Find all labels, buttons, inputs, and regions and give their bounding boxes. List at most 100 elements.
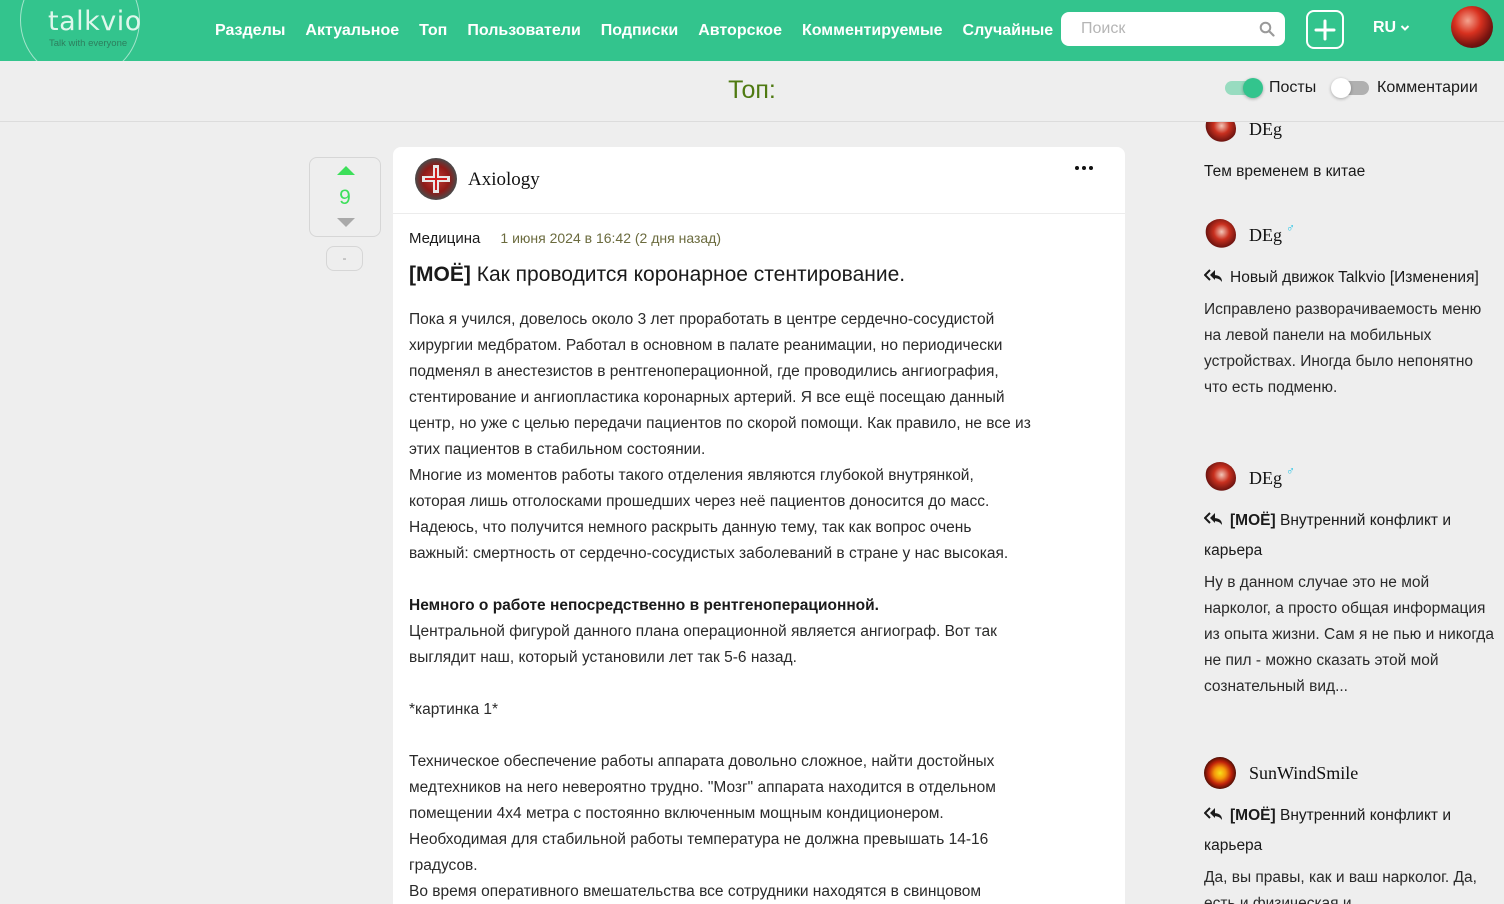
subheader: Топ: Посты Комментарии <box>0 61 1504 122</box>
comment-text[interactable]: Да, вы правы, как и ваш нарколог. Да, ес… <box>1204 865 1494 904</box>
comment-avatar <box>1204 219 1236 251</box>
post-header: Axiology <box>393 147 1125 214</box>
post-body-line: которая лишь отголосками прошедших через… <box>409 493 990 510</box>
plus-icon <box>1314 19 1336 40</box>
post-title[interactable]: [МОЁ] Как проводится коронарное стентиро… <box>409 263 905 287</box>
comment-post-link[interactable]: Новый движок Talkvio [Изменения] <box>1204 263 1494 293</box>
nav-subscriptions[interactable]: Подписки <box>591 22 688 40</box>
comment-user[interactable]: DEg ♂ <box>1204 462 1494 494</box>
post-body-line: важный: смертность от сердечно-сосудисты… <box>409 545 1009 562</box>
comment-text[interactable]: Ну в данном случае это не мой нарколог, … <box>1204 570 1494 700</box>
chevron-down-icon <box>1400 25 1410 31</box>
posts-switch-label: Посты <box>1269 79 1317 96</box>
comment-post-title: Новый движок Talkvio [Изменения] <box>1230 269 1479 286</box>
posts-switch[interactable] <box>1225 78 1263 98</box>
language-selector[interactable]: RU <box>1373 19 1410 37</box>
comment-username: DEg <box>1249 224 1282 245</box>
comment-post-link[interactable]: [МОЁ] Внутренний конфликт и карьера <box>1204 801 1494 861</box>
comments-switch-label: Комментарии <box>1377 79 1478 96</box>
vote-count: 9 <box>339 186 351 209</box>
user-avatar[interactable] <box>1451 6 1493 48</box>
toggle-comments[interactable]: Комментарии <box>1331 78 1478 98</box>
post-body-line: Во время оперативного вмешательства все … <box>409 883 982 900</box>
comments-switch[interactable] <box>1331 78 1369 98</box>
post-title-tag: [МОЁ] <box>409 263 471 286</box>
comment-post-link[interactable]: Тем временем в китае <box>1204 157 1494 187</box>
post-meta: Медицина 1 июня 2024 в 16:42 (2 дня наза… <box>409 230 721 247</box>
comment-item: SunWindSmile [МОЁ] Внутренний конфликт и… <box>1204 757 1494 904</box>
post-section[interactable]: Медицина <box>409 230 480 247</box>
nav-sections[interactable]: Разделы <box>205 22 295 40</box>
comment-post-tag: [МОЁ] <box>1230 512 1276 529</box>
nav-top[interactable]: Топ <box>409 22 457 40</box>
nav-random[interactable]: Случайные <box>953 22 1064 40</box>
comment-username: SunWindSmile <box>1249 762 1359 783</box>
nav-actual[interactable]: Актуальное <box>295 22 409 40</box>
post-body-line: *картинка 1* <box>409 701 499 718</box>
post-body-line: подменял в анестезистов в рентгенопераци… <box>409 363 999 380</box>
post-body-line: медтехников на него невероятно трудно. "… <box>409 779 996 796</box>
logo-text: talkvio <box>48 6 142 37</box>
post-body-line: Надеюсь, что получится немного раскрыть … <box>409 519 972 536</box>
post-body-line: стентирование и ангиопластика коронарных… <box>409 389 1005 406</box>
post-body-line: Необходимая для стабильной работы темпер… <box>409 831 989 848</box>
comment-item: DEg Тем временем в китае <box>1204 122 1494 187</box>
post-body-blank <box>409 671 1109 697</box>
post-body-line: центр, но уже с целью передачи пациентов… <box>409 415 1031 432</box>
upvote-arrow-icon[interactable] <box>337 166 355 175</box>
comment-user[interactable]: SunWindSmile <box>1204 757 1494 789</box>
post-body-line: Пока я учился, довелось около 3 лет прор… <box>409 311 995 328</box>
language-label: RU <box>1373 19 1397 36</box>
top-header: talkvio Talk with everyone Разделы Актуа… <box>0 0 1504 61</box>
post-body-blank <box>409 567 1109 593</box>
comment-avatar <box>1204 757 1236 789</box>
search-icon[interactable] <box>1259 21 1275 37</box>
male-icon: ♂ <box>1286 221 1295 235</box>
comment-user[interactable]: DEg ♂ <box>1204 219 1494 251</box>
post-author[interactable]: Axiology <box>468 169 540 191</box>
post-card: Axiology Медицина 1 июня 2024 в 16:42 (2… <box>393 147 1125 904</box>
comment-post-tag: [МОЁ] <box>1230 807 1276 824</box>
toggle-posts[interactable]: Посты <box>1225 78 1317 98</box>
vote-extra-button[interactable]: - <box>326 246 363 271</box>
comment-post-link[interactable]: [МОЁ] Внутренний конфликт и карьера <box>1204 506 1494 566</box>
logo-tagline: Talk with everyone <box>49 38 128 49</box>
comment-post-title: Тем временем в китае <box>1204 163 1366 180</box>
post-body-line: Техническое обеспечение работы аппарата … <box>409 753 995 770</box>
male-icon: ♂ <box>1286 464 1295 478</box>
post-body-line: градусов. <box>409 857 478 874</box>
post-body-line: хирургии медбратом. Работал в основном в… <box>409 337 1003 354</box>
comment-item: DEg ♂ [МОЁ] Внутренний конфликт и карьер… <box>1204 462 1494 700</box>
author-avatar[interactable] <box>415 158 457 200</box>
logo[interactable]: talkvio Talk with everyone <box>20 0 180 61</box>
main-nav: Разделы Актуальное Топ Пользователи Подп… <box>205 0 1063 61</box>
vote-box: 9 <box>309 157 381 237</box>
reply-all-icon <box>1204 269 1222 282</box>
post-body-line: этих пациентов в стабильном состоянии. <box>409 441 706 458</box>
comment-username: DEg <box>1249 122 1282 139</box>
comment-username: DEg <box>1249 467 1282 488</box>
comment-text[interactable]: Исправлено разворачиваемость меню на лев… <box>1204 297 1494 401</box>
post-body-blank <box>409 723 1109 749</box>
post-body-line: Немного о работе непосредственно в рентг… <box>409 597 879 614</box>
search-box <box>1061 12 1285 46</box>
post-body: Пока я учился, довелось около 3 лет прор… <box>409 307 1109 904</box>
search-input[interactable] <box>1081 12 1261 46</box>
downvote-arrow-icon[interactable] <box>337 218 355 227</box>
comment-avatar <box>1204 122 1236 145</box>
post-body-line: выглядит наш, который установили лет так… <box>409 649 797 666</box>
nav-commented[interactable]: Комментируемые <box>792 22 953 40</box>
post-body-line: Многие из моментов работы такого отделен… <box>409 467 974 484</box>
comments-sidebar: DEg Тем временем в китае DEg ♂ Новый дви… <box>1204 122 1494 904</box>
comment-avatar <box>1204 462 1236 494</box>
post-title-text: Как проводится коронарное стентирование. <box>476 263 906 286</box>
post-date: 1 июня 2024 в 16:42 (2 дня назад) <box>500 230 721 246</box>
comment-user[interactable]: DEg <box>1204 122 1494 145</box>
more-options-icon[interactable] <box>1073 164 1095 172</box>
nav-authored[interactable]: Авторское <box>688 22 792 40</box>
comment-item: DEg ♂ Новый движок Talkvio [Изменения] И… <box>1204 219 1494 401</box>
reply-all-icon <box>1204 807 1222 820</box>
add-post-button[interactable] <box>1306 10 1344 49</box>
nav-users[interactable]: Пользователи <box>457 22 590 40</box>
post-body-line: помещении 4х4 метра с постоянно включенн… <box>409 805 944 822</box>
